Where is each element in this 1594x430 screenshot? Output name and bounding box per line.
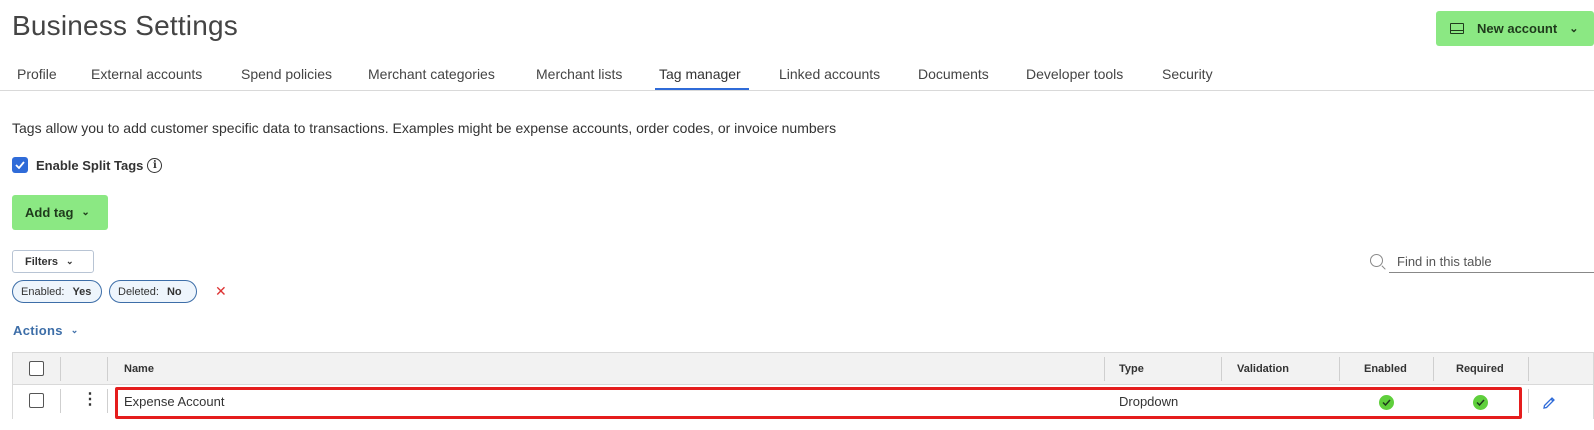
card-icon bbox=[1450, 23, 1464, 34]
chip-key: Enabled: bbox=[21, 285, 65, 298]
tab-security[interactable]: Security bbox=[1162, 66, 1213, 82]
active-tab-indicator bbox=[655, 88, 749, 90]
tags-table: Name Type Validation Enabled Required ⋮ … bbox=[12, 352, 1594, 430]
actions-menu[interactable]: Actions ⌄ bbox=[13, 323, 79, 338]
column-header-validation[interactable]: Validation bbox=[1237, 363, 1289, 375]
add-tag-button[interactable]: Add tag ⌄ bbox=[12, 195, 108, 230]
clear-filters-icon[interactable]: ✕ bbox=[215, 283, 227, 300]
tab-tag-manager[interactable]: Tag manager bbox=[659, 66, 741, 82]
tab-spend-policies[interactable]: Spend policies bbox=[241, 66, 332, 82]
page-title: Business Settings bbox=[12, 10, 238, 41]
column-header-type[interactable]: Type bbox=[1119, 363, 1144, 375]
tab-merchant-categories[interactable]: Merchant categories bbox=[368, 66, 495, 82]
column-divider bbox=[107, 389, 108, 413]
column-divider bbox=[1433, 357, 1434, 381]
tab-external-accounts[interactable]: External accounts bbox=[91, 66, 202, 82]
tab-documents[interactable]: Documents bbox=[918, 66, 989, 82]
info-icon[interactable]: i bbox=[147, 157, 163, 173]
chevron-down-icon: ⌄ bbox=[1569, 23, 1579, 35]
filter-chip-deleted[interactable]: Deleted: No bbox=[109, 280, 197, 303]
search-icon bbox=[1370, 254, 1383, 267]
chip-key: Deleted: bbox=[118, 285, 159, 298]
table-row[interactable]: ⋮ Expense Account Dropdown bbox=[12, 385, 1594, 419]
tag-type-cell: Dropdown bbox=[1119, 394, 1179, 409]
column-divider bbox=[1339, 357, 1340, 381]
column-divider bbox=[107, 357, 108, 381]
column-header-name[interactable]: Name bbox=[124, 363, 154, 375]
split-tags-checkbox[interactable] bbox=[12, 157, 28, 173]
pencil-icon[interactable] bbox=[1541, 395, 1557, 411]
column-divider bbox=[60, 357, 61, 381]
column-divider bbox=[1104, 357, 1105, 381]
row-checkbox[interactable] bbox=[29, 393, 44, 408]
checkmark-icon bbox=[15, 161, 25, 169]
required-check-icon bbox=[1473, 395, 1488, 410]
tab-profile[interactable]: Profile bbox=[17, 66, 57, 82]
filters-label: Filters bbox=[25, 255, 59, 268]
column-divider bbox=[1221, 357, 1222, 381]
table-search bbox=[1370, 250, 1594, 273]
add-tag-label: Add tag bbox=[25, 205, 74, 220]
tag-name-cell: Expense Account bbox=[124, 394, 225, 409]
actions-label: Actions bbox=[13, 323, 63, 338]
tab-developer-tools[interactable]: Developer tools bbox=[1026, 66, 1123, 82]
column-header-enabled[interactable]: Enabled bbox=[1364, 363, 1407, 375]
chevron-down-icon: ⌄ bbox=[81, 207, 90, 218]
enabled-check-icon bbox=[1379, 395, 1394, 410]
chip-value: No bbox=[166, 285, 182, 298]
chevron-down-icon: ⌄ bbox=[66, 256, 74, 266]
column-divider bbox=[60, 389, 61, 413]
table-header: Name Type Validation Enabled Required bbox=[12, 352, 1594, 385]
chevron-down-icon: ⌄ bbox=[70, 325, 79, 335]
tab-merchant-lists[interactable]: Merchant lists bbox=[536, 66, 622, 82]
row-menu-icon[interactable]: ⋮ bbox=[82, 392, 98, 408]
tab-bar: Profile External accounts Spend policies… bbox=[0, 58, 1594, 91]
chip-value: Yes bbox=[72, 285, 92, 298]
filter-chip-enabled[interactable]: Enabled: Yes bbox=[12, 280, 102, 303]
column-divider bbox=[1528, 357, 1529, 381]
column-header-required[interactable]: Required bbox=[1456, 363, 1504, 375]
select-all-checkbox[interactable] bbox=[29, 361, 44, 376]
new-account-label: New account bbox=[1477, 21, 1558, 36]
search-input[interactable] bbox=[1389, 250, 1594, 273]
tab-linked-accounts[interactable]: Linked accounts bbox=[779, 66, 880, 82]
filters-button[interactable]: Filters ⌄ bbox=[12, 250, 94, 273]
column-divider bbox=[1528, 389, 1529, 413]
tags-description: Tags allow you to add customer specific … bbox=[12, 120, 837, 136]
split-tags-row: Enable Split Tags i bbox=[12, 157, 163, 173]
new-account-button[interactable]: New account ⌄ bbox=[1436, 11, 1594, 46]
split-tags-label: Enable Split Tags bbox=[36, 157, 144, 173]
